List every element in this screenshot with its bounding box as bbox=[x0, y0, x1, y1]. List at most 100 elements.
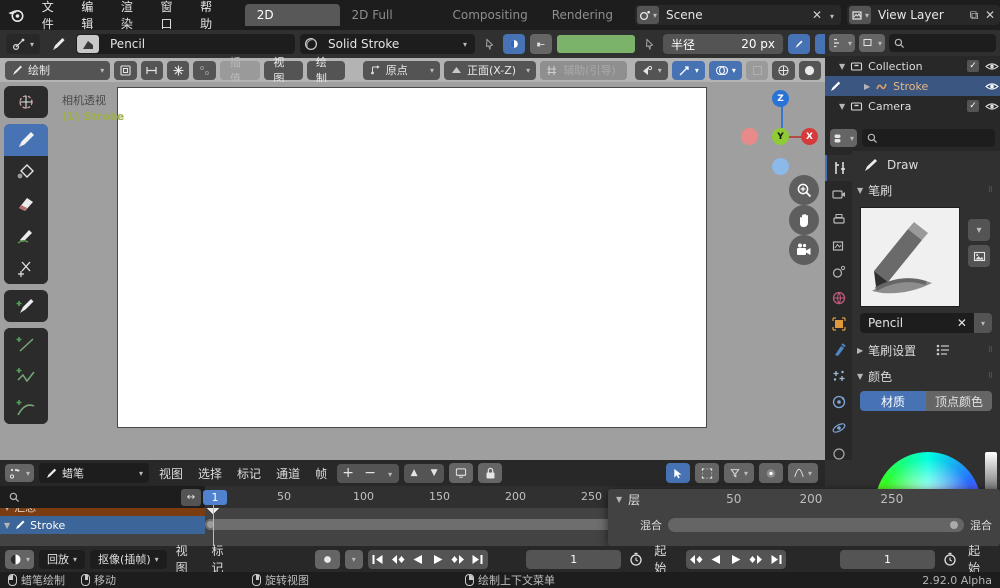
scene-selector[interactable]: ▾ Scene ✕ ▾ bbox=[635, 5, 841, 25]
drawing-canvas[interactable] bbox=[117, 87, 707, 428]
auto-keying-options-chevron[interactable]: ▾ bbox=[345, 550, 363, 569]
object-tab[interactable] bbox=[825, 311, 852, 337]
play-icon[interactable] bbox=[428, 554, 448, 565]
erase-tool[interactable] bbox=[4, 188, 48, 220]
chevron-down-icon[interactable]: ▾ bbox=[968, 219, 990, 241]
radius-pressure-toggle[interactable] bbox=[788, 34, 810, 54]
color-panel-title[interactable]: ▼ 颜色 ⠿ bbox=[852, 365, 1000, 387]
fill-tool[interactable] bbox=[4, 156, 48, 188]
falloff-curve-icon[interactable]: ▾ bbox=[788, 463, 818, 483]
box-select-icon[interactable] bbox=[695, 463, 719, 483]
layer-popup-panel[interactable]: ▼ 层 50 200 250 混合 混合 bbox=[608, 489, 1000, 546]
jump-end-icon[interactable] bbox=[468, 554, 488, 565]
camera-view-icon[interactable] bbox=[789, 235, 819, 265]
multiframe-icon[interactable] bbox=[141, 61, 163, 80]
wireframe-shading-icon[interactable] bbox=[772, 61, 794, 80]
dopesheet-mode-selector[interactable]: 蜡笔 ▾ bbox=[39, 463, 149, 483]
modifier-tab[interactable] bbox=[825, 337, 852, 363]
cursor-tool[interactable] bbox=[4, 86, 48, 118]
gizmo-button[interactable]: ▾ bbox=[672, 61, 705, 80]
visual-effects-tab[interactable] bbox=[825, 363, 852, 389]
proportional-edit-icon[interactable] bbox=[193, 61, 215, 80]
layer-popup-expander-icon[interactable]: ▼ bbox=[616, 495, 622, 504]
outliner-row-stroke[interactable]: ▶ Stroke bbox=[825, 76, 1000, 96]
onion-skin-icon[interactable] bbox=[167, 61, 189, 80]
tab-compositing[interactable]: Compositing bbox=[441, 4, 540, 26]
dopesheet-menu-marker[interactable]: 标记 bbox=[232, 465, 266, 482]
draw-menu[interactable]: 绘制 bbox=[307, 61, 346, 80]
play-icon-2[interactable] bbox=[726, 554, 746, 565]
solid-shading-icon[interactable] bbox=[799, 61, 821, 80]
world-tab[interactable] bbox=[825, 285, 852, 311]
start-frame-label[interactable]: 起始 bbox=[650, 542, 681, 576]
view-layer-name[interactable]: View Layer bbox=[871, 8, 966, 22]
tab-2d-animation[interactable]: 2D Animation bbox=[245, 4, 340, 26]
orientation-selector[interactable]: 正面(X-Z) ▾ bbox=[444, 61, 536, 80]
collection-expander-icon[interactable]: ▼ bbox=[839, 62, 845, 71]
gpencil-brush-mode-button[interactable]: ▾ bbox=[6, 34, 40, 54]
axis-gizmo[interactable]: Z Y X bbox=[735, 88, 815, 168]
add-keyframe-button[interactable]: + bbox=[337, 465, 359, 481]
blender-logo-icon[interactable] bbox=[6, 4, 27, 26]
brush-datablock-field[interactable]: Pencil ✕ ▾ bbox=[860, 313, 992, 333]
gizmo-z-axis[interactable]: Z bbox=[772, 90, 789, 107]
scene-close-icon[interactable]: ✕ bbox=[809, 8, 825, 22]
move-up-icon[interactable]: ▲ bbox=[404, 468, 424, 478]
stroke-eye-icon[interactable] bbox=[984, 81, 1000, 92]
timeline-menu-view[interactable]: 视图 bbox=[172, 542, 203, 576]
current-frame-field[interactable]: 1 bbox=[526, 550, 621, 569]
material-tab[interactable] bbox=[825, 441, 852, 467]
playback-menu[interactable]: 回放 ▾ bbox=[39, 550, 85, 569]
radius-slider[interactable]: 半径 20 px bbox=[663, 34, 783, 54]
brush-name-field[interactable]: Pencil bbox=[100, 37, 295, 51]
start-frame-label-2[interactable]: 起始 bbox=[964, 542, 995, 576]
next-keyframe-icon-2[interactable] bbox=[746, 554, 766, 565]
tab-material[interactable]: 材质 bbox=[860, 391, 926, 411]
arc-tool[interactable] bbox=[4, 392, 48, 424]
tab-rendering[interactable]: Rendering bbox=[540, 4, 625, 26]
select-cursor-icon[interactable] bbox=[666, 463, 690, 483]
pan-hand-icon[interactable] bbox=[789, 205, 819, 235]
tool-tab[interactable] bbox=[825, 155, 852, 181]
outliner-row-camera[interactable]: ▼ Camera ✓ bbox=[825, 96, 1000, 116]
brush-chevron-down-icon[interactable]: ▾ bbox=[974, 313, 992, 333]
properties-editor-type-button[interactable]: ▾ bbox=[830, 129, 857, 147]
view-menu[interactable]: 视图 bbox=[264, 61, 303, 80]
outliner-display-mode-icon[interactable]: ▾ bbox=[859, 34, 885, 52]
camera-expander-icon[interactable]: ▼ bbox=[839, 102, 845, 111]
layer-popup-title[interactable]: ▼ 层 50 200 250 bbox=[608, 489, 1000, 509]
dopesheet-menu-key[interactable]: 帧 bbox=[310, 465, 332, 482]
keying-menu[interactable]: 抠像(插帧) ▾ bbox=[90, 550, 167, 569]
edit-lines-icon[interactable] bbox=[114, 61, 136, 80]
channel-search-input[interactable] bbox=[4, 489, 177, 505]
timeline-menu-marker[interactable]: 标记 bbox=[207, 542, 238, 576]
timeline-editor-type-button[interactable]: ▾ bbox=[5, 550, 34, 569]
render-tab[interactable] bbox=[825, 181, 852, 207]
channel-resize-handle[interactable]: ↔ bbox=[181, 489, 201, 506]
pencil-brush-icon[interactable] bbox=[45, 36, 71, 53]
tint-tool[interactable] bbox=[4, 220, 48, 252]
mode-selector[interactable]: 绘制 ▾ bbox=[5, 61, 110, 80]
next-keyframe-icon[interactable] bbox=[448, 554, 468, 565]
material-chevron-down-icon[interactable]: ▾ bbox=[463, 40, 475, 49]
gizmo-y-axis[interactable]: Y bbox=[772, 128, 789, 145]
object-visibility-button[interactable]: ▾ bbox=[635, 61, 668, 80]
playhead-frame-label[interactable]: 1 bbox=[203, 490, 227, 505]
brush-datablock[interactable]: Pencil bbox=[76, 34, 295, 54]
tab-2d-full-canvas[interactable]: 2D Full Canvas bbox=[340, 4, 441, 26]
material-datablock[interactable]: Solid Stroke ▾ bbox=[300, 34, 475, 54]
play-reverse-icon-2[interactable] bbox=[706, 554, 726, 565]
overlays-button[interactable]: ▾ bbox=[709, 61, 742, 80]
pivot-selector[interactable]: 原点 ▾ bbox=[363, 61, 440, 80]
image-icon[interactable] bbox=[968, 245, 990, 267]
gizmo-x-axis[interactable]: X bbox=[801, 128, 818, 145]
auto-keying-button[interactable] bbox=[315, 550, 340, 569]
keyframe-menu-chevron-icon[interactable]: ▾ bbox=[381, 467, 399, 480]
stroke-color-swatch[interactable] bbox=[557, 35, 635, 53]
stopwatch-icon[interactable] bbox=[626, 552, 645, 566]
view-layer-tab[interactable] bbox=[825, 233, 852, 259]
eyedropper-tool[interactable] bbox=[4, 290, 48, 322]
current-frame-field-2[interactable]: 1 bbox=[840, 550, 935, 569]
outliner-filter-icon[interactable]: ▾ bbox=[829, 34, 855, 52]
brush-unlink-icon[interactable]: ✕ bbox=[950, 316, 974, 330]
